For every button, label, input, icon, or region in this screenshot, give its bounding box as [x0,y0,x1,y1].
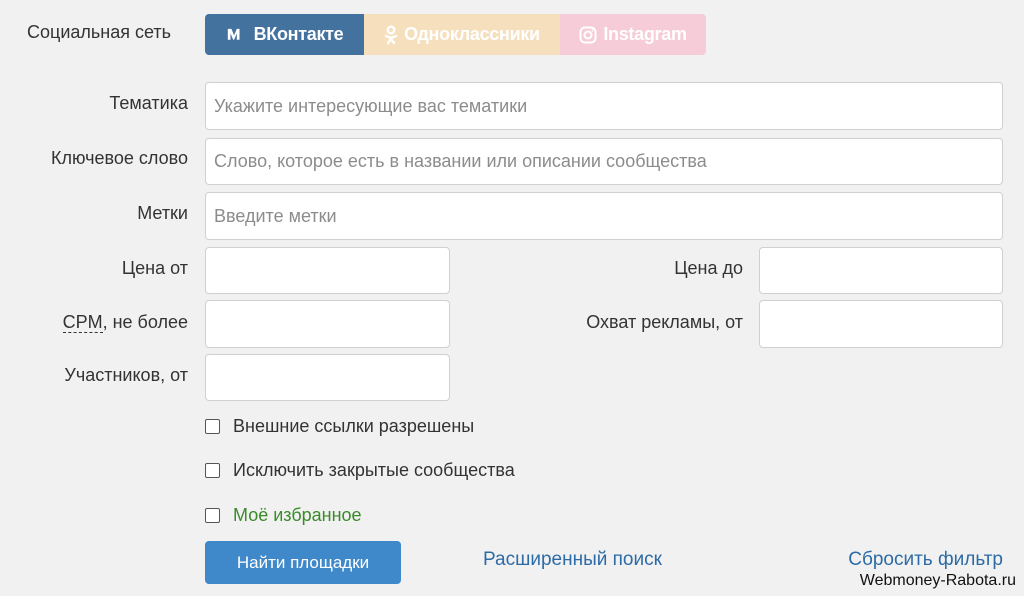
tab-instagram[interactable]: Instagram [560,14,706,55]
topic-label: Тематика [109,93,188,113]
keyword-label: Ключевое слово [51,148,188,168]
topic-input[interactable] [205,82,1003,130]
cpm-label: CPM, не более [62,312,188,333]
checkbox-label: Внешние ссылки разрешены [233,416,475,436]
price-from-label: Цена от [121,258,188,278]
advanced-search-link[interactable]: Расширенный поиск [483,549,662,571]
watermark: Webmoney-Rabota.ru [859,572,1016,589]
social-network-tabs: ВКонтакте Одноклассники Instagram [205,14,706,55]
checkbox[interactable] [205,508,220,523]
cpm-abbr[interactable]: CPM [62,312,103,333]
price-to-input[interactable] [759,247,1003,294]
instagram-icon [579,26,597,44]
reach-label: Охват рекламы, от [586,312,743,332]
checkbox[interactable] [205,419,220,434]
find-sites-button[interactable]: Найти площадки [205,541,401,584]
reset-filter-link[interactable]: Сбросить фильтр [848,549,1003,571]
checkbox-label: Исключить закрытые сообщества [233,460,515,480]
checkbox-external-links[interactable]: Внешние ссылки разрешены [205,416,474,437]
vk-icon [226,28,248,42]
cpm-label-rest: , не более [102,312,188,332]
reach-input[interactable] [759,300,1003,348]
members-label: Участников, от [64,365,188,385]
tags-label: Метки [137,203,188,223]
tab-vkontakte[interactable]: ВКонтакте [205,14,364,55]
odnoklassniki-icon [384,25,398,45]
cpm-input[interactable] [205,300,450,348]
tab-label: ВКонтакте [253,24,344,44]
social-network-label: Социальная сеть [27,22,171,42]
checkbox-favorites[interactable]: Моё избранное [205,505,362,526]
tab-odnoklassniki[interactable]: Одноклассники [364,14,560,55]
tab-label: Instagram [603,24,687,44]
price-from-input[interactable] [205,247,450,294]
tab-label: Одноклассники [404,24,540,44]
checkbox-label: Моё избранное [233,505,362,525]
checkbox-exclude-closed[interactable]: Исключить закрытые сообщества [205,460,515,481]
keyword-input[interactable] [205,138,1003,185]
tags-input[interactable] [205,192,1003,240]
price-to-label: Цена до [674,258,743,278]
members-input[interactable] [205,354,450,401]
checkbox[interactable] [205,463,220,478]
